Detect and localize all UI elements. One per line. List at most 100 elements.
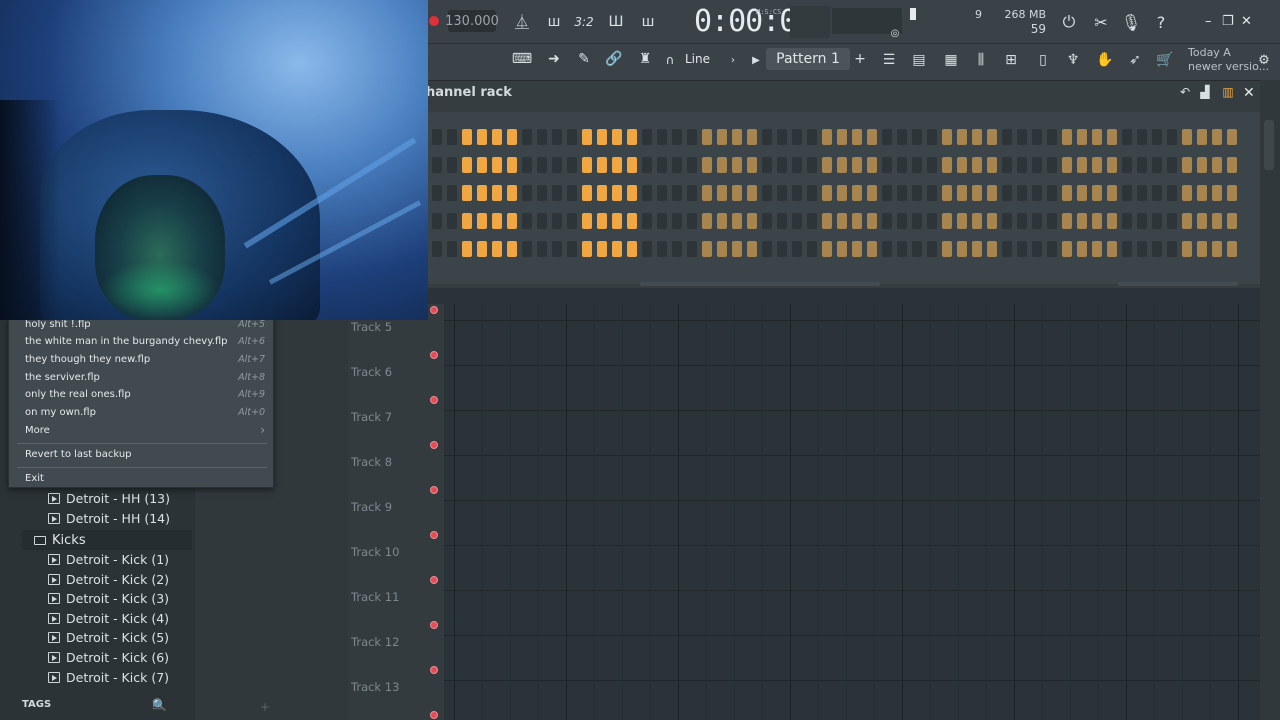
step-button[interactable] [867,129,877,145]
recent-file-item[interactable]: holy shit !.flp Alt+5 [25,319,265,335]
step-button[interactable] [702,185,712,201]
step-button[interactable] [507,213,517,229]
step-button[interactable] [987,157,997,173]
step-button[interactable] [1137,129,1147,145]
step-button[interactable] [657,185,667,201]
step-button[interactable] [687,157,697,173]
step-button[interactable] [462,213,472,229]
step-button[interactable] [732,129,742,145]
step-button[interactable] [507,185,517,201]
step-button[interactable] [1167,185,1177,201]
step-button[interactable] [717,241,727,257]
step-button[interactable] [582,213,592,229]
step-button[interactable] [612,213,622,229]
step-button[interactable] [597,241,607,257]
step-button[interactable] [537,185,547,201]
channel-rack-icon[interactable]: ▦ [940,50,962,70]
step-button[interactable] [732,241,742,257]
step-button[interactable] [627,213,637,229]
step-button[interactable] [702,157,712,173]
step-button[interactable] [1032,129,1042,145]
browser-folder-kicks[interactable]: Kicks [22,530,192,550]
add-pattern-icon[interactable]: + [852,50,868,68]
step-button[interactable] [1002,241,1012,257]
step-button[interactable] [1152,129,1162,145]
step-button[interactable] [477,129,487,145]
step-button[interactable] [1197,157,1207,173]
cart-icon[interactable]: 🛒 [1154,50,1176,70]
step-button[interactable] [1017,241,1027,257]
step-button[interactable] [567,185,577,201]
step-button[interactable] [657,129,667,145]
step-button[interactable] [582,157,592,173]
step-button[interactable] [597,157,607,173]
link-icon[interactable]: 🔗 [604,50,624,68]
step-button[interactable] [1032,185,1042,201]
step-button[interactable] [1212,213,1222,229]
step-button[interactable] [807,157,817,173]
touch-keyboard-icon[interactable]: ✋ [1094,50,1116,70]
step-button[interactable] [657,241,667,257]
step-button[interactable] [1032,213,1042,229]
step-button[interactable] [777,157,787,173]
step-button[interactable] [1227,241,1237,257]
tags-label[interactable]: TAGS [22,699,51,710]
step-button[interactable] [867,157,877,173]
step-button[interactable] [1002,129,1012,145]
step-button[interactable] [1017,185,1027,201]
step-button[interactable] [957,157,967,173]
step-button[interactable] [1092,129,1102,145]
step-button[interactable] [1047,241,1057,257]
step-button[interactable] [447,185,457,201]
step-button[interactable] [657,213,667,229]
channel-rack-close-icon[interactable]: ✕ [1243,85,1255,101]
step-button[interactable] [882,157,892,173]
close-icon[interactable]: ✕ [1241,14,1252,29]
step-button[interactable] [702,241,712,257]
track-label[interactable]: Track 6 [351,365,392,379]
track-label[interactable]: Track 9 [351,500,392,514]
step-button[interactable] [792,213,802,229]
step-button[interactable] [1092,157,1102,173]
step-button[interactable] [837,213,847,229]
step-button[interactable] [1002,213,1012,229]
step-button[interactable] [717,129,727,145]
step-button[interactable] [717,157,727,173]
step-button[interactable] [732,157,742,173]
recent-file-item[interactable]: only the real ones.flp Alt+9 [25,389,265,405]
snap-arrow-icon[interactable]: › [728,52,738,68]
power-icon[interactable]: ⏻ [1058,11,1080,33]
pencil-icon[interactable]: ✎ [574,50,594,68]
step-button[interactable] [672,185,682,201]
more-menu-item[interactable]: More › [25,423,265,441]
step-button[interactable] [897,157,907,173]
revert-backup-item[interactable]: Revert to last backup [25,449,265,465]
step-button[interactable] [957,241,967,257]
browser-icon[interactable]: ▯ [1032,50,1054,70]
step-button[interactable] [777,185,787,201]
step-button[interactable] [897,129,907,145]
piano-roll-view-icon[interactable]: ▤ [908,50,930,70]
step-button[interactable] [1062,213,1072,229]
step-button[interactable] [1197,241,1207,257]
step-button[interactable] [522,129,532,145]
step-button[interactable] [1122,129,1132,145]
step-button[interactable] [1047,185,1057,201]
step-button[interactable] [522,157,532,173]
step-button[interactable] [612,157,622,173]
step-button[interactable] [642,129,652,145]
add-icon[interactable]: + [260,700,270,714]
step-button[interactable] [987,241,997,257]
step-button[interactable] [1002,157,1012,173]
step-button[interactable] [537,213,547,229]
step-button[interactable] [432,129,442,145]
step-button[interactable] [897,185,907,201]
help-icon[interactable]: ? [1150,11,1172,33]
step-button[interactable] [447,129,457,145]
step-button[interactable] [777,213,787,229]
step-button[interactable] [447,157,457,173]
step-button[interactable] [1062,185,1072,201]
recent-file-item[interactable]: they though they new.flp Alt+7 [25,354,265,370]
settings-icon[interactable]: ⚙ [1256,52,1272,68]
step-button[interactable] [1122,241,1132,257]
